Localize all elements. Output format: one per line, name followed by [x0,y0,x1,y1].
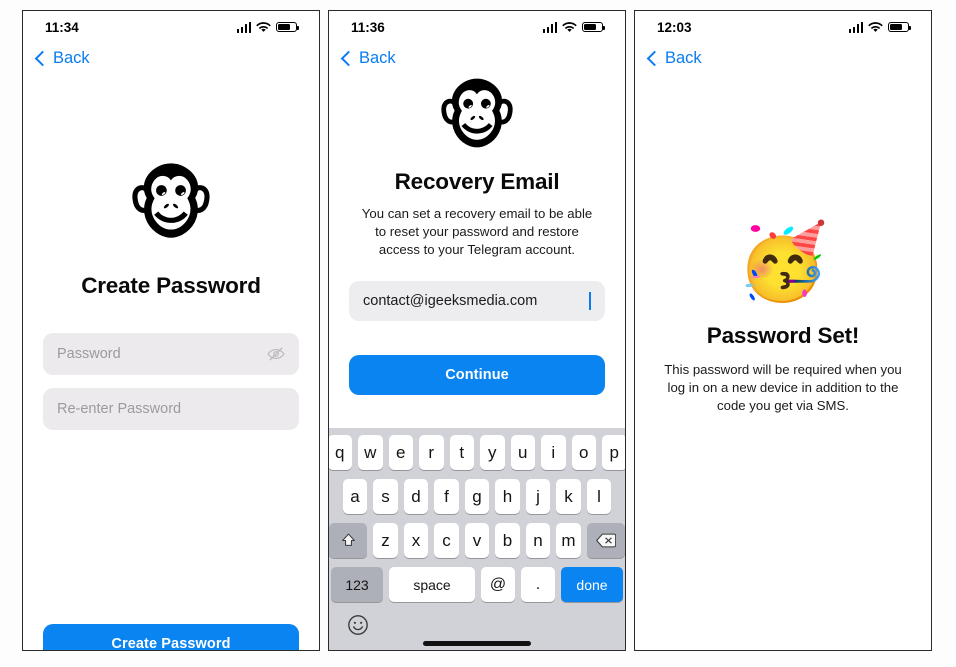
key-t[interactable]: t [449,435,474,470]
key-i[interactable]: i [541,435,566,470]
navigation-bar: Back [329,41,625,75]
battery-icon [888,21,912,33]
key-m[interactable]: m [556,523,581,558]
key-v[interactable]: v [464,523,490,558]
confirm-password-input[interactable]: Re-enter Password [43,388,299,430]
create-password-button[interactable]: Create Password [43,624,299,650]
screen-content: 🐵 Create Password Password Re-enter Pass… [23,161,319,650]
key-w[interactable]: w [358,435,383,470]
page-description: This password will be required when you … [664,362,902,413]
status-bar-icons [542,21,606,33]
confirm-password-input-placeholder: Re-enter Password [57,401,182,417]
chevron-left-icon [646,50,663,66]
key-f[interactable]: f [434,479,459,514]
key-u[interactable]: u [510,435,535,470]
key-r[interactable]: r [419,435,444,470]
navigation-bar: Back [635,41,931,75]
on-screen-keyboard: q w e r t y u i o p a s d f g h j k l z … [329,428,625,650]
password-input-placeholder: Password [57,346,121,362]
page-description: You can set a recovery email to be able … [361,206,593,257]
screen-content: 🐵 Recovery Email You can set a recovery … [329,75,625,650]
key-o[interactable]: o [571,435,596,470]
home-indicator [423,641,531,646]
wifi-icon [868,21,883,32]
done-key[interactable]: done [561,567,623,602]
battery-icon [582,21,606,33]
key-k[interactable]: k [556,479,581,514]
screenshot-stage: 11:34 Back 🐵 Create Password Password Re… [0,0,956,667]
wifi-icon [562,21,577,32]
key-a[interactable]: a [342,479,368,514]
keyboard-row-3: z x c v b n m [329,523,625,558]
status-bar-icons [848,21,912,33]
cellular-bars-icon [848,21,863,33]
status-bar: 12:03 [635,11,931,41]
key-s[interactable]: s [373,479,398,514]
navigation-bar: Back [23,41,319,75]
chevron-left-icon [34,50,51,66]
recovery-email-input[interactable]: contact@igeeksmedia.com [349,281,605,321]
monkey-face-emoji: 🐵 [125,161,217,251]
space-key[interactable]: space [389,567,475,602]
key-x[interactable]: x [403,523,429,558]
key-h[interactable]: h [495,479,520,514]
phone-screen-create-password: 11:34 Back 🐵 Create Password Password Re… [22,10,320,651]
password-input[interactable]: Password [43,333,299,375]
shift-key-icon[interactable] [329,523,368,558]
phone-screen-password-set: 12:03 Back 🥳 Password Set! This password… [634,10,932,651]
keyboard-row-2: a s d f g h j k l [329,479,625,514]
keyboard-row-4: 123 space @ . done [329,567,625,602]
status-bar-icons [236,21,300,33]
back-button[interactable]: Back [34,48,90,68]
status-bar: 11:36 [329,11,625,41]
key-b[interactable]: b [495,523,520,558]
at-key[interactable]: @ [481,567,515,602]
status-bar-clock: 11:36 [351,19,385,35]
screen-content: 🥳 Password Set! This password will be re… [635,219,931,650]
status-bar-clock: 12:03 [657,19,692,35]
key-j[interactable]: j [525,479,551,514]
key-p[interactable]: p [602,435,625,470]
status-bar-clock: 11:34 [45,19,79,35]
eye-slash-icon[interactable] [267,346,285,362]
page-title: Recovery Email [394,169,560,194]
back-button-label: Back [359,48,396,67]
backspace-key-icon[interactable] [586,523,625,558]
key-e[interactable]: e [388,435,413,470]
key-g[interactable]: g [464,479,490,514]
status-bar: 11:34 [23,11,319,41]
key-c[interactable]: c [434,523,459,558]
key-n[interactable]: n [525,523,551,558]
keyboard-row-1: q w e r t y u i o p [329,435,625,470]
cellular-bars-icon [542,21,557,33]
back-button-label: Back [53,48,90,67]
page-title: Password Set! [706,323,860,348]
chevron-left-icon [340,50,357,66]
text-cursor [589,292,591,310]
key-q[interactable]: q [329,435,352,470]
back-button[interactable]: Back [340,48,396,68]
back-button[interactable]: Back [646,48,702,68]
key-z[interactable]: z [373,523,398,558]
phone-screen-recovery-email: 11:36 Back 🐵 Recovery Email You can set … [328,10,626,651]
period-key[interactable]: . [521,567,555,602]
battery-icon [276,21,300,33]
key-y[interactable]: y [480,435,505,470]
key-d[interactable]: d [403,479,429,514]
back-button-label: Back [665,48,702,67]
cellular-bars-icon [236,21,251,33]
continue-button[interactable]: Continue [349,355,605,395]
partying-face-emoji: 🥳 [736,219,830,305]
monkey-face-emoji: 🐵 [435,75,519,159]
numbers-key[interactable]: 123 [331,567,383,602]
wifi-icon [256,21,271,32]
key-l[interactable]: l [586,479,612,514]
page-title: Create Password [81,273,261,298]
keyboard-footer [329,608,625,642]
recovery-email-input-value: contact@igeeksmedia.com [363,293,538,309]
emoji-keyboard-icon[interactable] [347,614,369,636]
